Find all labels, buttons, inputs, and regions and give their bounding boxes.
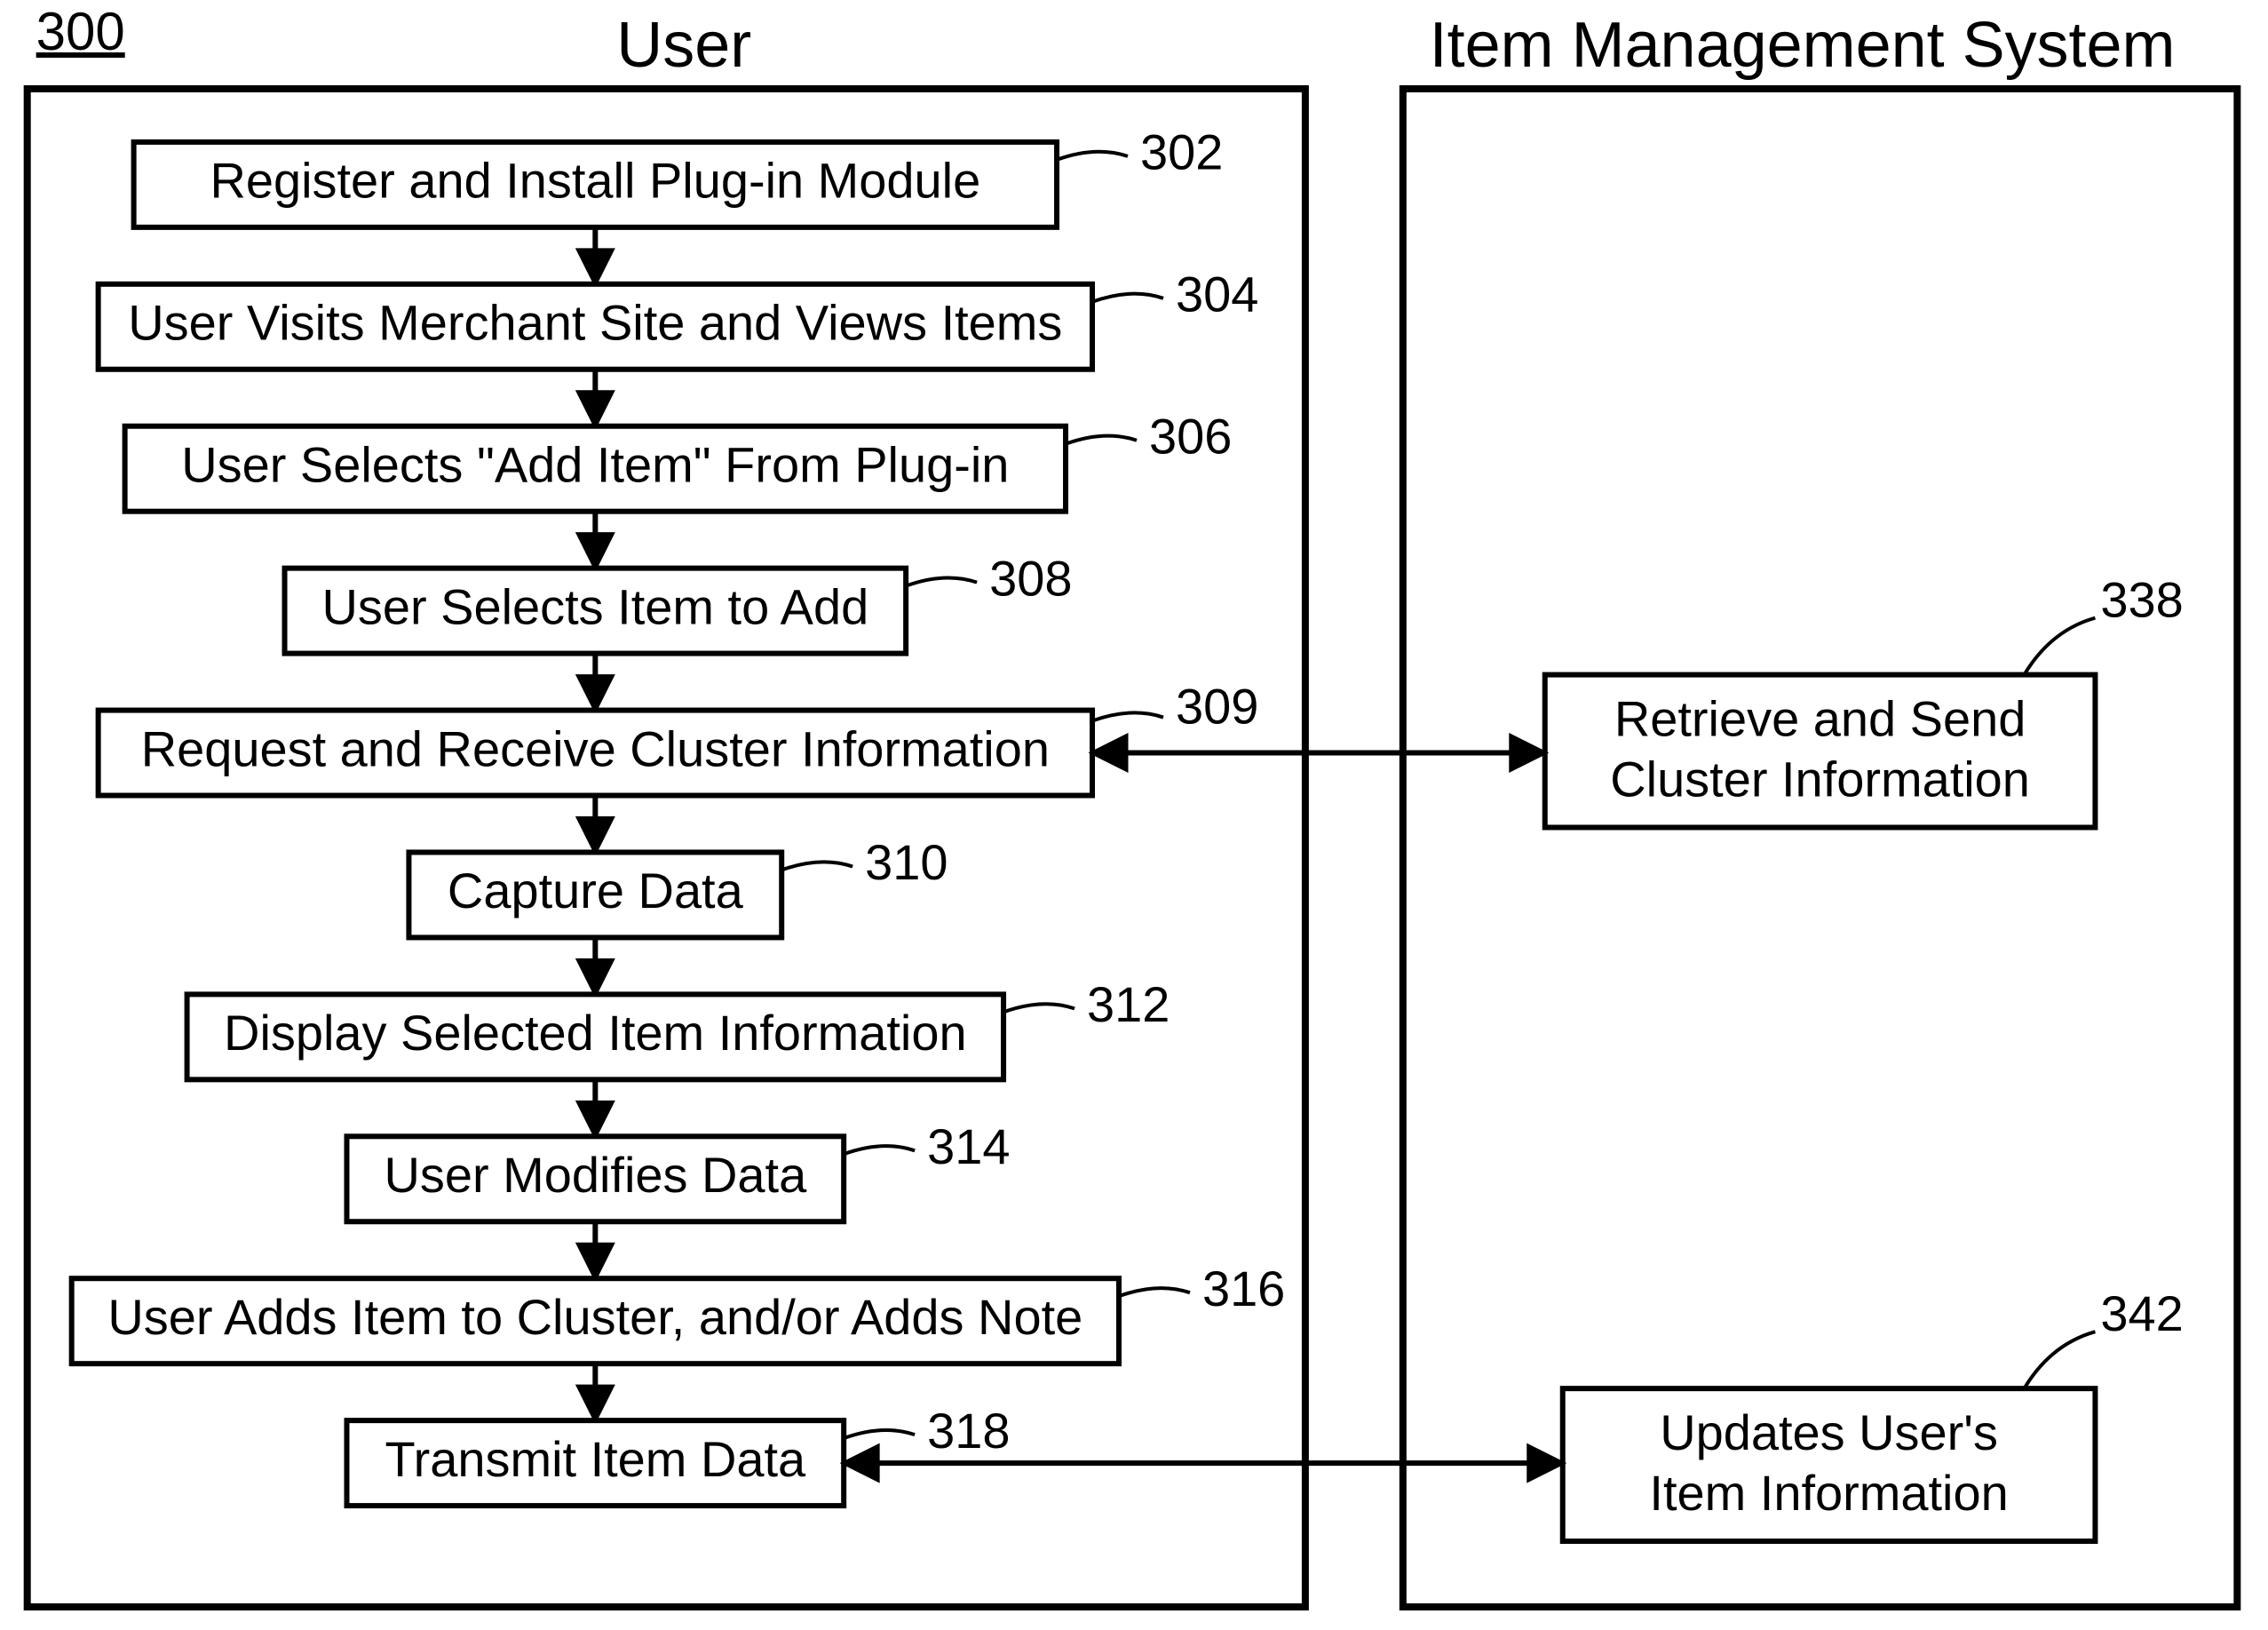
step-308: User Selects Item to Add 308 [285, 550, 1073, 653]
ims-container [1403, 89, 2237, 1607]
step-304: User Visits Merchant Site and Views Item… [99, 266, 1259, 370]
svg-text:Retrieve and Send: Retrieve and Send [1614, 690, 2026, 746]
svg-text:309: 309 [1176, 678, 1258, 734]
flowchart-diagram: 300 User Item Management System Register… [0, 0, 2268, 1630]
step-342: Updates User's Item Information 342 [1563, 1285, 2184, 1541]
svg-text:Transmit Item Data: Transmit Item Data [385, 1431, 807, 1487]
svg-text:Cluster Information: Cluster Information [1610, 751, 2030, 807]
svg-text:312: 312 [1087, 976, 1170, 1032]
svg-text:306: 306 [1149, 409, 1232, 465]
svg-text:User Selects Item to Add: User Selects Item to Add [321, 578, 868, 634]
svg-text:User Modifies Data: User Modifies Data [384, 1147, 807, 1203]
step-318: Transmit Item Data 318 [346, 1403, 1010, 1506]
step-338: Retrieve and Send Cluster Information 33… [1545, 571, 2184, 827]
svg-text:316: 316 [1202, 1260, 1285, 1316]
figure-reference: 300 [36, 2, 125, 61]
svg-text:User Adds Item to Cluster, and: User Adds Item to Cluster, and/or Adds N… [107, 1289, 1082, 1345]
step-309: Request and Receive Cluster Information … [99, 678, 1259, 795]
svg-text:Updates User's: Updates User's [1660, 1404, 1998, 1460]
svg-text:308: 308 [989, 550, 1072, 606]
step-302: Register and Install Plug-in Module 302 [134, 124, 1224, 227]
svg-text:302: 302 [1140, 124, 1223, 180]
step-306: User Selects "Add Item" From Plug-in 306 [125, 409, 1233, 512]
svg-text:User Selects "Add Item" From P: User Selects "Add Item" From Plug-in [181, 436, 1009, 492]
svg-text:338: 338 [2100, 571, 2183, 627]
svg-text:318: 318 [927, 1403, 1010, 1459]
step-312: Display Selected Item Information 312 [187, 976, 1170, 1079]
svg-text:Request and Receive Cluster In: Request and Receive Cluster Information [141, 720, 1050, 776]
svg-text:314: 314 [927, 1118, 1010, 1174]
svg-text:Display Selected Item Informat: Display Selected Item Information [224, 1005, 967, 1061]
svg-text:User Visits Merchant Site and: User Visits Merchant Site and Views Item… [128, 295, 1062, 351]
title-ims: Item Management System [1430, 10, 2176, 81]
svg-text:Item Information: Item Information [1649, 1465, 2008, 1521]
title-user: User [616, 10, 751, 81]
step-314: User Modifies Data 314 [346, 1118, 1010, 1221]
svg-text:342: 342 [2100, 1285, 2183, 1341]
step-316: User Adds Item to Cluster, and/or Adds N… [72, 1260, 1286, 1364]
step-310: Capture Data 310 [408, 834, 948, 937]
svg-text:Capture Data: Capture Data [448, 863, 744, 918]
svg-text:Register and Install Plug-in M: Register and Install Plug-in Module [210, 153, 980, 209]
svg-text:304: 304 [1176, 266, 1258, 322]
svg-text:310: 310 [865, 834, 948, 890]
